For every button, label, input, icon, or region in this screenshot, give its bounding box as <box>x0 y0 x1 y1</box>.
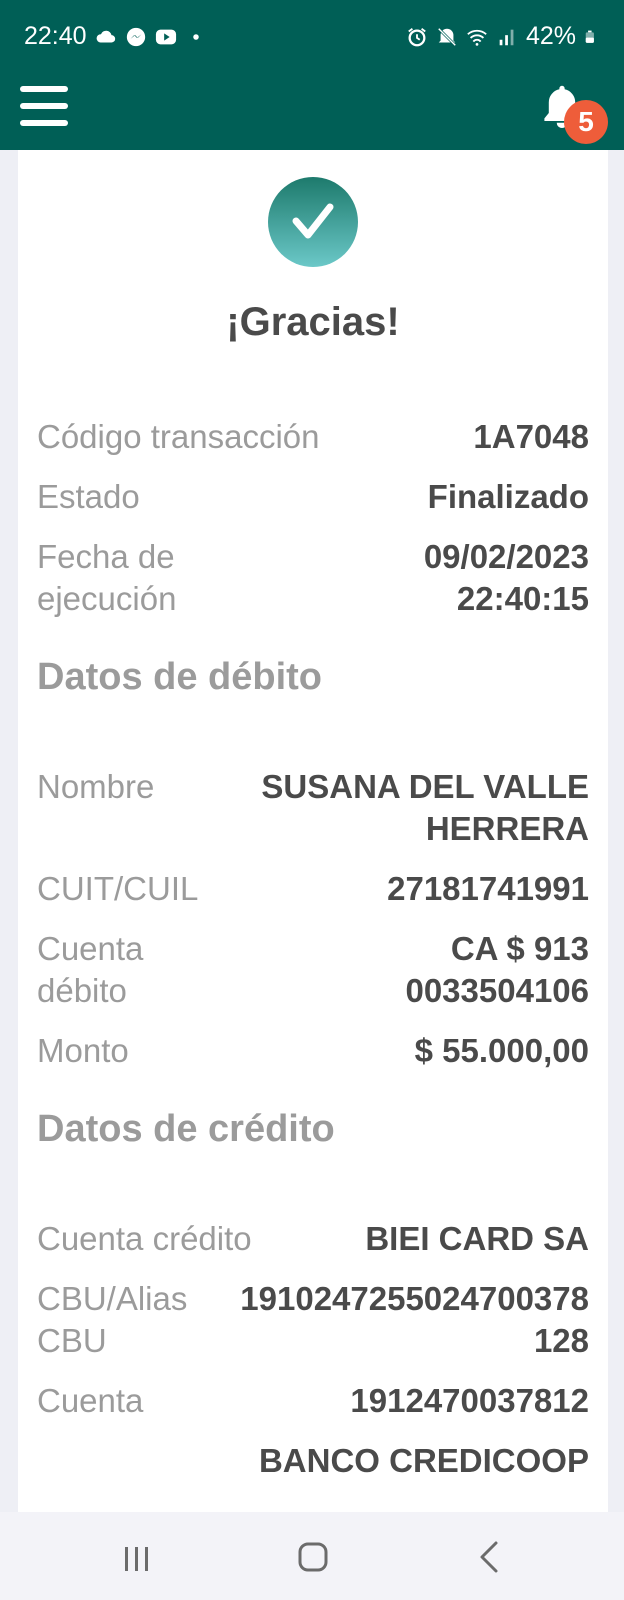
row-value: BIEI CARD SA <box>365 1220 589 1257</box>
debit-row-account: Cuenta débito CA $ 913 0033504106 <box>37 928 589 1012</box>
battery-icon <box>585 30 594 43</box>
row-value: 27181741991 <box>387 870 589 907</box>
row-label: CBU/Alias CBU <box>37 1280 188 1359</box>
credit-section-heading: Datos de crédito <box>37 1108 335 1150</box>
wifi-icon <box>467 29 487 46</box>
menu-icon[interactable] <box>20 82 68 130</box>
row-value: Finalizado <box>427 478 589 515</box>
row-label: Cuenta crédito <box>37 1220 252 1257</box>
row-label: Nombre <box>37 768 155 805</box>
debit-row-cuit: CUIT/CUIL 27181741991 <box>37 868 589 910</box>
notification-badge: 5 <box>564 100 608 144</box>
credit-row-account: Cuenta crédito BIEI CARD SA <box>37 1218 589 1260</box>
status-time: 22:40 <box>24 22 87 50</box>
row-label: Estado <box>37 478 140 515</box>
debit-row-amount: Monto $ 55.000,00 <box>37 1030 589 1072</box>
battery-percent: 42% <box>525 22 576 50</box>
success-check-icon <box>268 177 358 267</box>
summary-row-transaction: Código transacción 1A7048 <box>37 416 589 458</box>
mute-icon <box>437 27 457 46</box>
row-value: SUSANA DEL VALLE HERRERA <box>261 768 589 847</box>
row-value: BANCO CREDICOOP <box>258 1442 589 1479</box>
row-value: 1910247255024700378128 <box>240 1280 589 1359</box>
row-label: Código transacción <box>37 418 320 455</box>
credit-row-bank: BANCO CREDICOOP <box>37 1440 589 1482</box>
youtube-icon <box>155 29 176 44</box>
credit-row-cbu: CBU/Alias CBU 1910247255024700378128 <box>37 1278 589 1362</box>
thanks-title: ¡Gracias! <box>226 300 400 344</box>
status-left: 22:40 <box>24 22 207 51</box>
summary-row-date: Fecha de ejecución 09/02/2023 22:40:15 <box>37 536 589 620</box>
signal-icon <box>499 29 514 45</box>
debit-section-heading: Datos de débito <box>37 656 323 698</box>
home-icon[interactable] <box>296 1540 330 1574</box>
dot-icon <box>192 33 199 40</box>
row-value: 09/02/2023 22:40:15 <box>423 538 589 617</box>
row-label: Monto <box>37 1032 129 1069</box>
row-value: 1A7048 <box>473 418 589 455</box>
row-label: Cuenta <box>37 1382 144 1419</box>
app-bar: 5 <box>0 72 624 150</box>
row-value: 1912470037812 <box>350 1382 589 1419</box>
status-right: 42% <box>406 22 598 51</box>
cloud-icon <box>96 30 115 42</box>
notifications-button[interactable]: 5 <box>528 78 608 144</box>
row-value: CA $ 913 0033504106 <box>405 930 589 1009</box>
status-bar: 22:40 42% <box>0 0 624 72</box>
credit-row-cuenta: Cuenta 1912470037812 <box>37 1380 589 1422</box>
row-label: Cuenta débito <box>37 930 144 1009</box>
receipt-card: ¡Gracias! Código transacción 1A7048 Esta… <box>18 150 608 1512</box>
summary-row-status: Estado Finalizado <box>37 476 589 518</box>
row-value: $ 55.000,00 <box>414 1032 589 1069</box>
row-label: Fecha de ejecución <box>37 538 177 617</box>
debit-row-name: Nombre SUSANA DEL VALLE HERRERA <box>37 766 589 850</box>
back-icon[interactable] <box>476 1540 502 1574</box>
system-nav-bar <box>0 1512 624 1600</box>
messenger-icon <box>126 27 145 46</box>
recents-icon[interactable] <box>122 1544 152 1574</box>
alarm-icon <box>408 27 426 46</box>
row-label: CUIT/CUIL <box>37 870 199 907</box>
